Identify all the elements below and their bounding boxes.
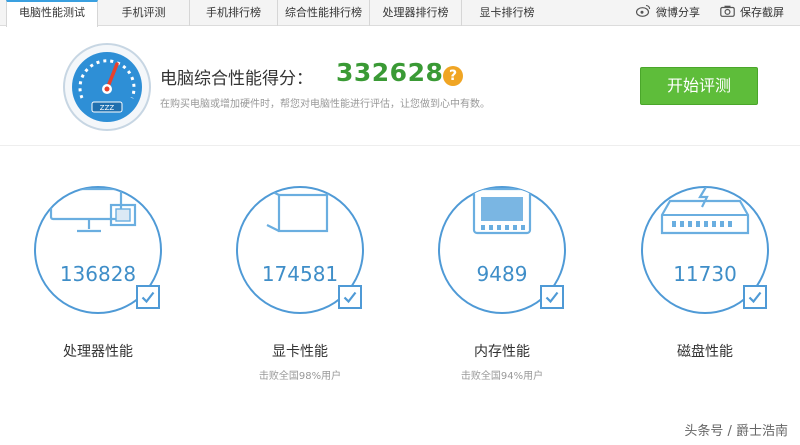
save-screenshot-button[interactable]: 保存截屏 [720, 0, 784, 26]
memory-rank-text: 击败全国94%用户 [460, 371, 544, 382]
section-divider [0, 145, 800, 146]
weibo-share-label: 微博分享 [656, 6, 700, 19]
graphics-performance-card: 174581 [235, 185, 365, 315]
tab-phone-review[interactable]: 手机评测 [98, 0, 190, 26]
weibo-share-button[interactable]: 微博分享 [635, 0, 700, 26]
cpu-score: 136828 [59, 262, 137, 286]
gauge-badge-text: ZZZ [100, 104, 115, 112]
tab-phone-ranking[interactable]: 手机排行榜 [190, 0, 278, 26]
speedometer-gauge-icon: ZZZ [62, 42, 152, 132]
tab-processor-ranking[interactable]: 处理器排行榜 [370, 0, 462, 26]
disk-performance-label: 磁盘性能 [677, 344, 733, 360]
cpu-performance-card: 136828 [33, 185, 163, 315]
tab-graphics-ranking[interactable]: 显卡排行榜 [462, 0, 552, 26]
camera-icon [720, 1, 735, 26]
disk-score: 11730 [673, 262, 737, 286]
cpu-performance-label: 处理器性能 [63, 344, 133, 360]
memory-performance-card: 9489 [437, 185, 567, 315]
overall-score-value: 332628 [336, 58, 444, 87]
graphics-rank-text: 击败全国98%用户 [258, 371, 342, 382]
graphics-performance-label: 显卡性能 [272, 344, 328, 360]
weibo-icon [635, 1, 651, 26]
help-icon[interactable]: ? [443, 66, 463, 86]
watermark: 头条号 / 爵士浩南 [684, 424, 788, 439]
start-test-button[interactable]: 开始评测 [640, 67, 758, 105]
save-screenshot-label: 保存截屏 [740, 6, 784, 19]
checkbox-icon[interactable] [743, 285, 767, 309]
overall-score-label: 电脑综合性能得分： [160, 69, 313, 89]
tab-pc-performance-test[interactable]: 电脑性能测试 [6, 0, 98, 27]
checkbox-icon[interactable] [540, 285, 564, 309]
tab-overall-ranking[interactable]: 综合性能排行榜 [278, 0, 370, 26]
disk-performance-card: 11730 [640, 185, 770, 315]
checkbox-icon[interactable] [136, 285, 160, 309]
memory-score: 9489 [476, 262, 528, 286]
score-description: 在购买电脑或增加硬件时，帮您对电脑性能进行评估，让您做到心中有数。 [160, 99, 490, 110]
checkbox-icon[interactable] [338, 285, 362, 309]
tab-bar: 电脑性能测试 手机评测 手机排行榜 综合性能排行榜 处理器排行榜 显卡排行榜 微… [0, 0, 800, 27]
memory-performance-label: 内存性能 [474, 344, 530, 360]
graphics-score: 174581 [261, 262, 339, 286]
